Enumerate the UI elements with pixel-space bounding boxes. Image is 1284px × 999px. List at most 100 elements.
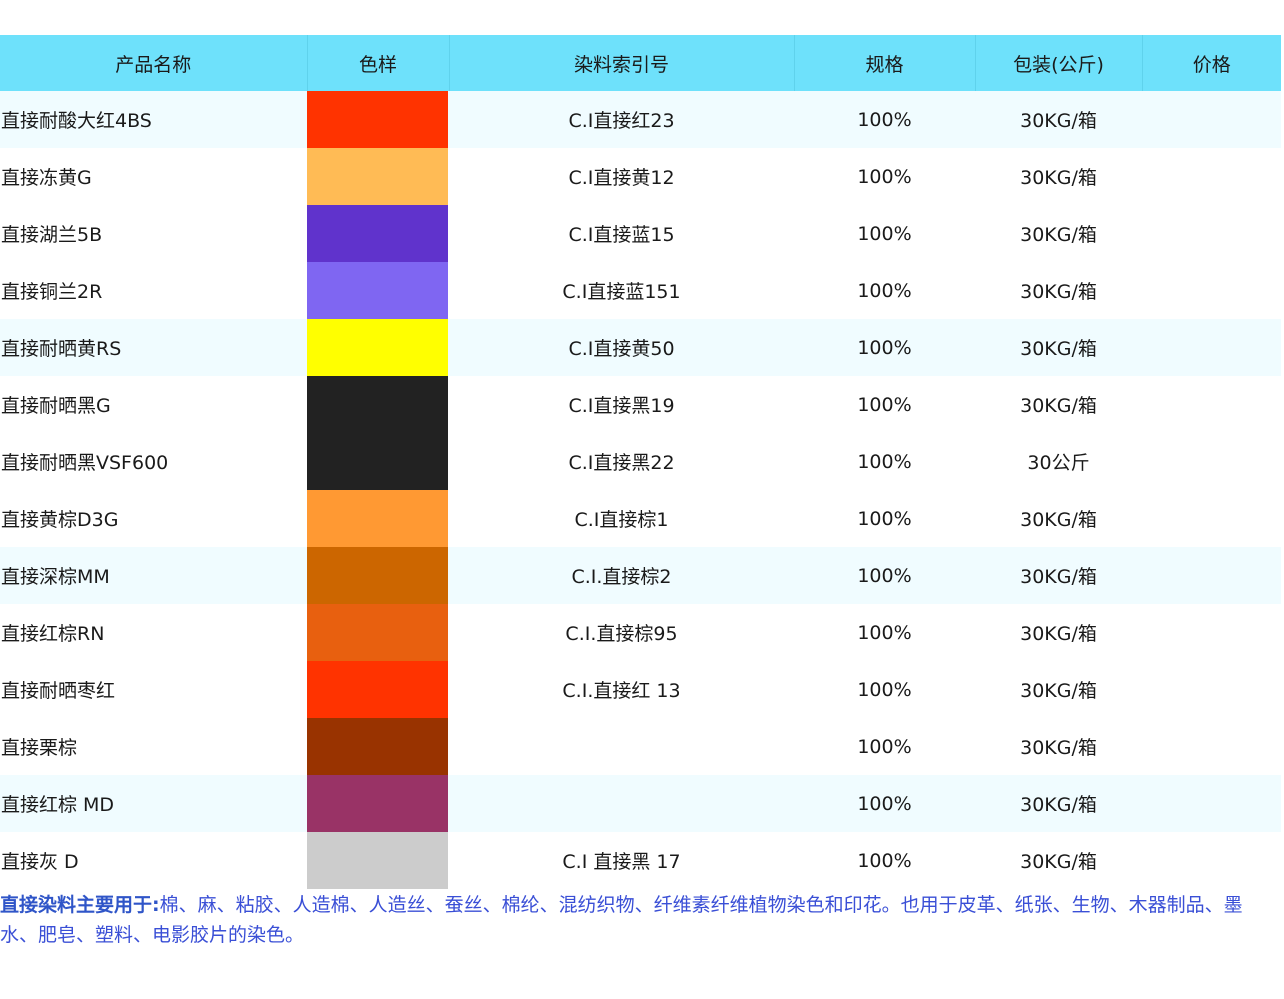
header-price: 价格 bbox=[1141, 35, 1281, 91]
cell-dye-index: C.I直接黄50 bbox=[568, 338, 675, 360]
cell-price bbox=[1142, 832, 1281, 889]
header-product-name: 产品名称 bbox=[115, 53, 192, 76]
cell-dye-index bbox=[449, 718, 794, 775]
cell-dye-index: C.I直接蓝15 bbox=[568, 224, 675, 246]
cell-product-name: 直接红棕RN bbox=[1, 623, 105, 645]
cell-dye-index: C.I 直接黑 17 bbox=[562, 851, 681, 873]
color-swatch bbox=[307, 661, 448, 718]
dye-product-table: 产品名称 色样 染料索引号 规格 包装(公斤) 价格 直接耐酸大红4BS C.I直… bbox=[0, 35, 1281, 889]
cell-color-sample bbox=[307, 262, 449, 319]
color-swatch bbox=[307, 205, 448, 262]
cell-color-sample bbox=[307, 718, 449, 775]
cell-spec: 100% bbox=[857, 336, 912, 359]
table-header: 产品名称 色样 染料索引号 规格 包装(公斤) 价格 bbox=[0, 35, 1281, 91]
cell-dye-index: C.I直接黑19 bbox=[568, 395, 675, 417]
color-swatch bbox=[307, 547, 448, 604]
color-swatch bbox=[307, 148, 448, 205]
table-row: 直接耐晒枣红 C.I.直接红 13 100% 30KG/箱 bbox=[0, 661, 1281, 718]
cell-spec: 100% bbox=[857, 279, 912, 302]
cell-product-name: 直接冻黄G bbox=[1, 167, 92, 189]
cell-packaging: 30KG/箱 bbox=[1020, 281, 1097, 303]
cell-product-name: 直接耐晒黄RS bbox=[1, 338, 122, 360]
cell-price bbox=[1142, 148, 1281, 205]
cell-dye-index: C.I.直接棕95 bbox=[565, 623, 678, 645]
header-row: 产品名称 色样 染料索引号 规格 包装(公斤) 价格 bbox=[0, 35, 1281, 91]
cell-price bbox=[1142, 775, 1281, 832]
cell-dye-index: C.I直接棕1 bbox=[574, 509, 669, 531]
cell-product-name: 直接耐晒黑VSF600 bbox=[1, 452, 169, 474]
cell-dye-index: C.I直接蓝151 bbox=[562, 281, 681, 303]
cell-product-name: 直接耐晒黑G bbox=[1, 395, 111, 417]
table-row: 直接黄棕D3G C.I直接棕1 100% 30KG/箱 bbox=[0, 490, 1281, 547]
color-swatch bbox=[307, 433, 448, 490]
table-row: 直接耐晒黄RS C.I直接黄50 100% 30KG/箱 bbox=[0, 319, 1281, 376]
cell-price bbox=[1142, 661, 1281, 718]
header-spec: 规格 bbox=[793, 35, 975, 91]
cell-color-sample bbox=[307, 547, 449, 604]
color-swatch bbox=[307, 718, 448, 775]
table-row: 直接红棕RN C.I.直接棕95 100% 30KG/箱 bbox=[0, 604, 1281, 661]
cell-price bbox=[1142, 547, 1281, 604]
color-swatch bbox=[307, 490, 448, 547]
cell-price bbox=[1142, 205, 1281, 262]
table-row: 直接红棕 MD 100% 30KG/箱 bbox=[0, 775, 1281, 832]
cell-color-sample bbox=[307, 661, 449, 718]
color-swatch bbox=[307, 319, 448, 376]
cell-color-sample bbox=[307, 775, 449, 832]
header-packaging: 包装(公斤) bbox=[974, 35, 1142, 91]
cell-spec: 100% bbox=[857, 222, 912, 245]
footnote-lead: 直接染料主要用于: bbox=[0, 894, 160, 916]
table-row: 直接深棕MM C.I.直接棕2 100% 30KG/箱 bbox=[0, 547, 1281, 604]
cell-price bbox=[1142, 490, 1281, 547]
cell-packaging: 30公斤 bbox=[1027, 452, 1090, 474]
table-row: 直接栗棕 100% 30KG/箱 bbox=[0, 718, 1281, 775]
cell-color-sample bbox=[307, 205, 449, 262]
cell-packaging: 30KG/箱 bbox=[1020, 737, 1097, 759]
cell-price bbox=[1142, 433, 1281, 490]
header-color-sample: 色样 bbox=[306, 35, 449, 91]
color-swatch bbox=[307, 775, 448, 832]
cell-spec: 100% bbox=[857, 108, 912, 131]
cell-color-sample bbox=[307, 319, 449, 376]
table-row: 直接冻黄G C.I直接黄12 100% 30KG/箱 bbox=[0, 148, 1281, 205]
table-row: 直接耐晒黑G C.I直接黑19 100% 30KG/箱 bbox=[0, 376, 1281, 433]
header-dye-index: 染料索引号 bbox=[448, 35, 794, 91]
cell-product-name: 直接黄棕D3G bbox=[1, 509, 119, 531]
cell-color-sample bbox=[307, 832, 449, 889]
color-swatch bbox=[307, 604, 448, 661]
color-swatch bbox=[307, 376, 448, 433]
table-row: 直接耐酸大红4BS C.I直接红23 100% 30KG/箱 bbox=[0, 91, 1281, 148]
cell-dye-index bbox=[449, 775, 794, 832]
cell-spec: 100% bbox=[857, 621, 912, 644]
cell-spec: 100% bbox=[857, 735, 912, 758]
cell-packaging: 30KG/箱 bbox=[1020, 338, 1097, 360]
cell-packaging: 30KG/箱 bbox=[1020, 224, 1097, 246]
cell-price bbox=[1142, 319, 1281, 376]
cell-packaging: 30KG/箱 bbox=[1020, 110, 1097, 132]
cell-product-name: 直接耐酸大红4BS bbox=[1, 110, 152, 132]
color-swatch bbox=[307, 832, 448, 889]
cell-product-name: 直接铜兰2R bbox=[1, 281, 103, 303]
cell-spec: 100% bbox=[857, 507, 912, 530]
dye-product-table-container: 产品名称 色样 染料索引号 规格 包装(公斤) 价格 直接耐酸大红4BS C.I直… bbox=[0, 35, 1281, 889]
table-row: 直接耐晒黑VSF600 C.I直接黑22 100% 30公斤 bbox=[0, 433, 1281, 490]
cell-price bbox=[1142, 604, 1281, 661]
cell-color-sample bbox=[307, 148, 449, 205]
cell-dye-index: C.I直接红23 bbox=[568, 110, 675, 132]
cell-packaging: 30KG/箱 bbox=[1020, 794, 1097, 816]
table-row: 直接铜兰2R C.I直接蓝151 100% 30KG/箱 bbox=[0, 262, 1281, 319]
cell-spec: 100% bbox=[857, 165, 912, 188]
cell-spec: 100% bbox=[857, 792, 912, 815]
cell-color-sample bbox=[307, 91, 449, 148]
cell-price bbox=[1142, 376, 1281, 433]
footnote-text: 棉、麻、粘胶、人造棉、人造丝、蚕丝、棉纶、混纺织物、纤维素纤维植物染色和印花。也… bbox=[0, 894, 1243, 946]
cell-spec: 100% bbox=[857, 393, 912, 416]
cell-color-sample bbox=[307, 376, 449, 433]
cell-spec: 100% bbox=[857, 564, 912, 587]
cell-color-sample bbox=[307, 604, 449, 661]
cell-packaging: 30KG/箱 bbox=[1020, 680, 1097, 702]
cell-spec: 100% bbox=[857, 678, 912, 701]
table-body: 直接耐酸大红4BS C.I直接红23 100% 30KG/箱 直接冻黄G C.I直接黄12… bbox=[0, 91, 1281, 889]
cell-packaging: 30KG/箱 bbox=[1020, 851, 1097, 873]
cell-product-name: 直接湖兰5B bbox=[1, 224, 103, 246]
